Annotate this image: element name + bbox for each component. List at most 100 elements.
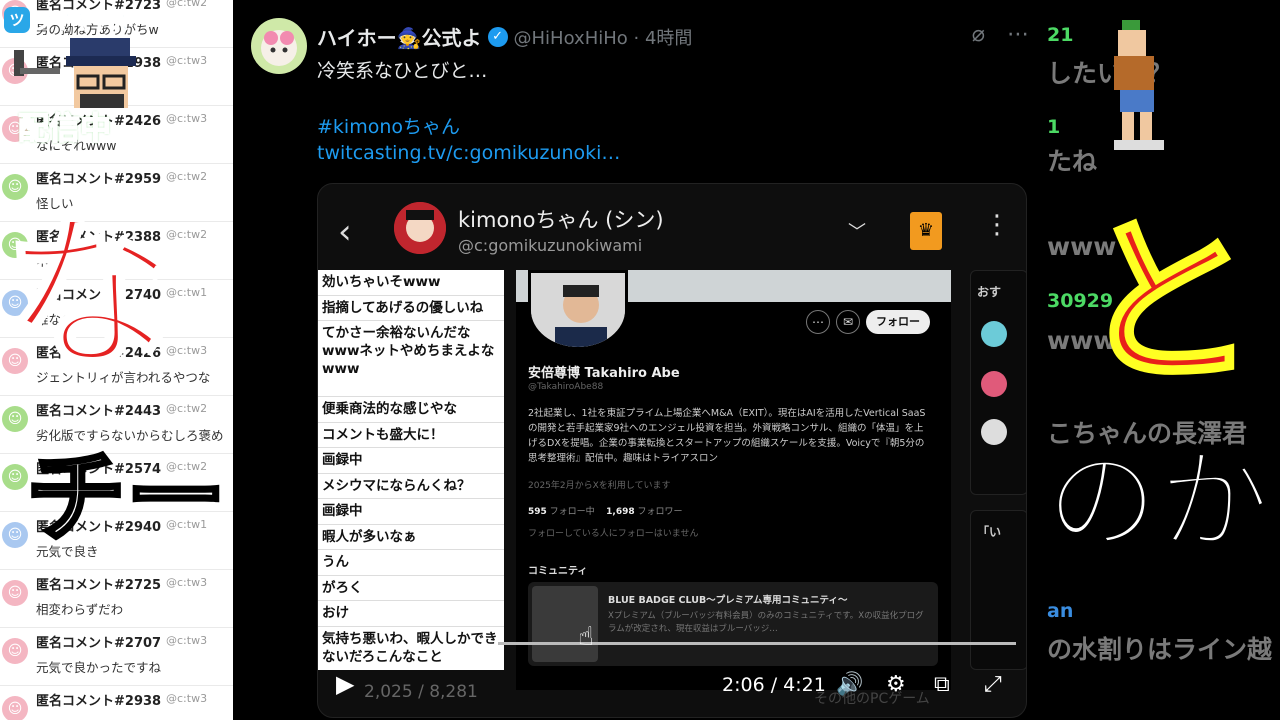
following-label: フォロー中 [549,507,595,517]
verified-badge-icon: ✓ [487,26,508,47]
followers-count[interactable]: 1,698 [606,507,634,517]
category-label: その他のPCゲーム [814,691,930,707]
comment-avatar-icon: ☺ [2,522,28,548]
stream-comment: 暇人が多いなぁ [318,525,504,550]
play-icon[interactable]: ▶ [336,670,354,698]
stream-comment: メシウマにならんくね？ [318,474,504,499]
community-desc: Xプレミアム（ブルーバッジ有料会員）のみのコミュニティです。Xの収益化プログラム… [608,611,924,634]
sidebar-trends: 「い [970,510,1026,670]
comment-author: 匿名コメント#2938 [36,694,162,709]
following-count[interactable]: 595 [528,507,547,517]
profile-no-follow: フォローしている人にフォローはいません [528,529,699,539]
comment-user-id: @c:tw2 [166,0,208,9]
stream-comment: 気持ち悪いわ、暇人しかできないだろこんなこと [318,627,504,671]
stream-comment: 効いちゃいそwww [318,270,504,296]
profile-joined: 2025年2月からXを利用しています [528,481,671,491]
tweet-header-actions: ⌀ ⋯ [972,22,1029,47]
comment-user-id: @c:tw2 [166,402,208,415]
author-avatar-icon [261,30,297,66]
comment-avatar-icon: ☺ [2,464,28,490]
comment-text: 元気で良かったですね [36,660,162,675]
profile-photo [528,270,628,350]
profile-stats: 595 フォロー中 1,698 フォロワー [528,504,683,517]
stream-comment: 指摘してあげるの優しいね [318,296,504,321]
tweet-author-name[interactable]: ハイホー🧙公式よ [317,22,482,51]
comment-user-id: @c:tw3 [166,576,208,589]
chevron-down-icon[interactable]: ﹀ [848,218,866,244]
comment-item[interactable]: ☺ 匿名コメント#2938 @c:tw3 [0,686,233,720]
comment-user-id: @c:tw3 [166,54,208,67]
profile-more-icon[interactable]: ⋯ [806,310,830,334]
overlay-comment-line: 21 [1047,24,1074,46]
sidebar-title-2: 「い [977,525,1002,539]
stream-comment: うん [318,550,504,576]
overlay-comment-line: an [1047,600,1074,622]
comment-author: 匿名コメント#2443 [36,404,162,419]
suggestion-avatar[interactable] [981,371,1007,397]
pip-icon[interactable]: ⧉ [934,672,950,697]
overlay-comment-line: たね [1047,147,1098,176]
comment-item[interactable]: ☺ 匿名コメント#2707 @c:tw3 元気で良かったですね [0,628,233,686]
tweet-panel: ハイホー🧙公式よ ✓ @HiHoxHiHo · 4時間 ⌀ ⋯ 冷笑系なひとびと… [233,0,1047,720]
suggestion-avatar[interactable] [981,321,1007,347]
overlay-text-noka: のか [1045,437,1272,567]
tweet-author-avatar[interactable] [251,18,307,74]
hand-cursor-icon: ☝ [578,622,594,652]
stream-screen: { "logo": { "mark": "ツ", "text": "ツイキャス"… [0,0,1280,720]
followers-label: フォロワー [637,507,683,517]
community-label: コミュニティ [528,566,588,577]
video-progress-bar[interactable] [498,642,1016,645]
comment-author: 匿名コメント#2707 [36,636,162,651]
comment-user-id: @c:tw3 [166,634,208,647]
broadcaster-avatar-icon [394,202,446,254]
video-player[interactable]: ‹ kimonoちゃん (シン) @c:gomikuzunokiwami ﹀ ♛… [317,183,1027,718]
comment-avatar-icon: ☺ [2,580,28,606]
more-options-icon[interactable]: ⋯ [1007,22,1029,47]
comment-author: 匿名コメント#2959 [36,172,162,187]
comment-text: 相変わらずだわ [36,602,124,617]
broadcaster-avatar[interactable] [394,202,446,254]
comment-author: 匿名コメント#2725 [36,578,162,593]
broadcaster-handle: @c:gomikuzunokiwami [458,236,643,255]
profile-bio: 2社起業し、1社を東証プライム上場企業へM&A（EXIT）。現在はAIを活用した… [528,408,926,464]
grok-icon[interactable]: ⌀ [972,22,985,47]
stream-comment: てかさー余裕ないんだなwwwネットやめちまえよなwww [318,321,504,397]
profile-message-icon[interactable]: ✉ [836,310,860,334]
more-vertical-icon[interactable]: ⋮ [984,210,1010,240]
live-badge: 配信中 [17,110,112,148]
tweet-author-handle[interactable]: @HiHoxHiHo · 4時間 [514,24,693,50]
comment-user-id: @c:tw3 [166,692,208,705]
broadcaster-name[interactable]: kimonoちゃん (シン) [458,204,664,234]
stream-comment: 画録中 [318,448,504,474]
tweet-text: 冷笑系なひとびと… [317,60,488,82]
profile-name: 安倍尊博 Takahiro Abe [528,366,680,381]
profile-actions: ⋯ ✉ フォロー [806,310,930,334]
comment-user-id: @c:tw2 [166,170,208,183]
comment-avatar-icon: ☺ [2,406,28,432]
profile-handle: @TakahiroAbe88 [528,382,604,392]
community-title: BLUE BADGE CLUB〜プレミアム専用コミュニティ〜 [608,595,848,606]
stream-comment: コメントも盛大に！ [318,423,504,448]
profile-photo-icon [531,273,625,347]
back-arrow-icon[interactable]: ‹ [338,212,352,252]
tweet-hashtag[interactable]: #kimonoちゃん [317,112,460,139]
suggestion-avatar[interactable] [981,419,1007,445]
stream-comment-list: 効いちゃいそwww 指摘してあげるの優しいね てかさー余裕ないんだなwwwネットやめ… [318,270,504,670]
comment-avatar-icon: ☺ [2,696,28,720]
tweet-link[interactable]: twitcasting.tv/c:gomikuzunoki… [317,142,620,164]
overlay-text-na: な [2,196,176,394]
follow-button[interactable]: フォロー [866,310,930,334]
comment-item[interactable]: ☺ 匿名コメント#2725 @c:tw3 相変わらずだわ [0,570,233,628]
overlay-comment-line: の水割りはライン越 [1047,635,1273,664]
stream-comment: 画録中 [318,499,504,525]
comment-avatar-icon: ☺ [2,638,28,664]
overlay-text-to: と [1076,199,1260,408]
stream-comment: おけ [318,601,504,627]
overlay-comment-line: 1 [1047,116,1061,138]
stream-comment: 便乗商法的な感じやな [318,397,504,423]
crown-icon[interactable]: ♛ [910,212,942,250]
comment-user-id: @c:tw3 [166,112,208,125]
pixel-character-icon [1114,20,1164,150]
fullscreen-icon[interactable]: ⤢ [984,672,1002,697]
sidebar-title: おす [977,285,1002,299]
